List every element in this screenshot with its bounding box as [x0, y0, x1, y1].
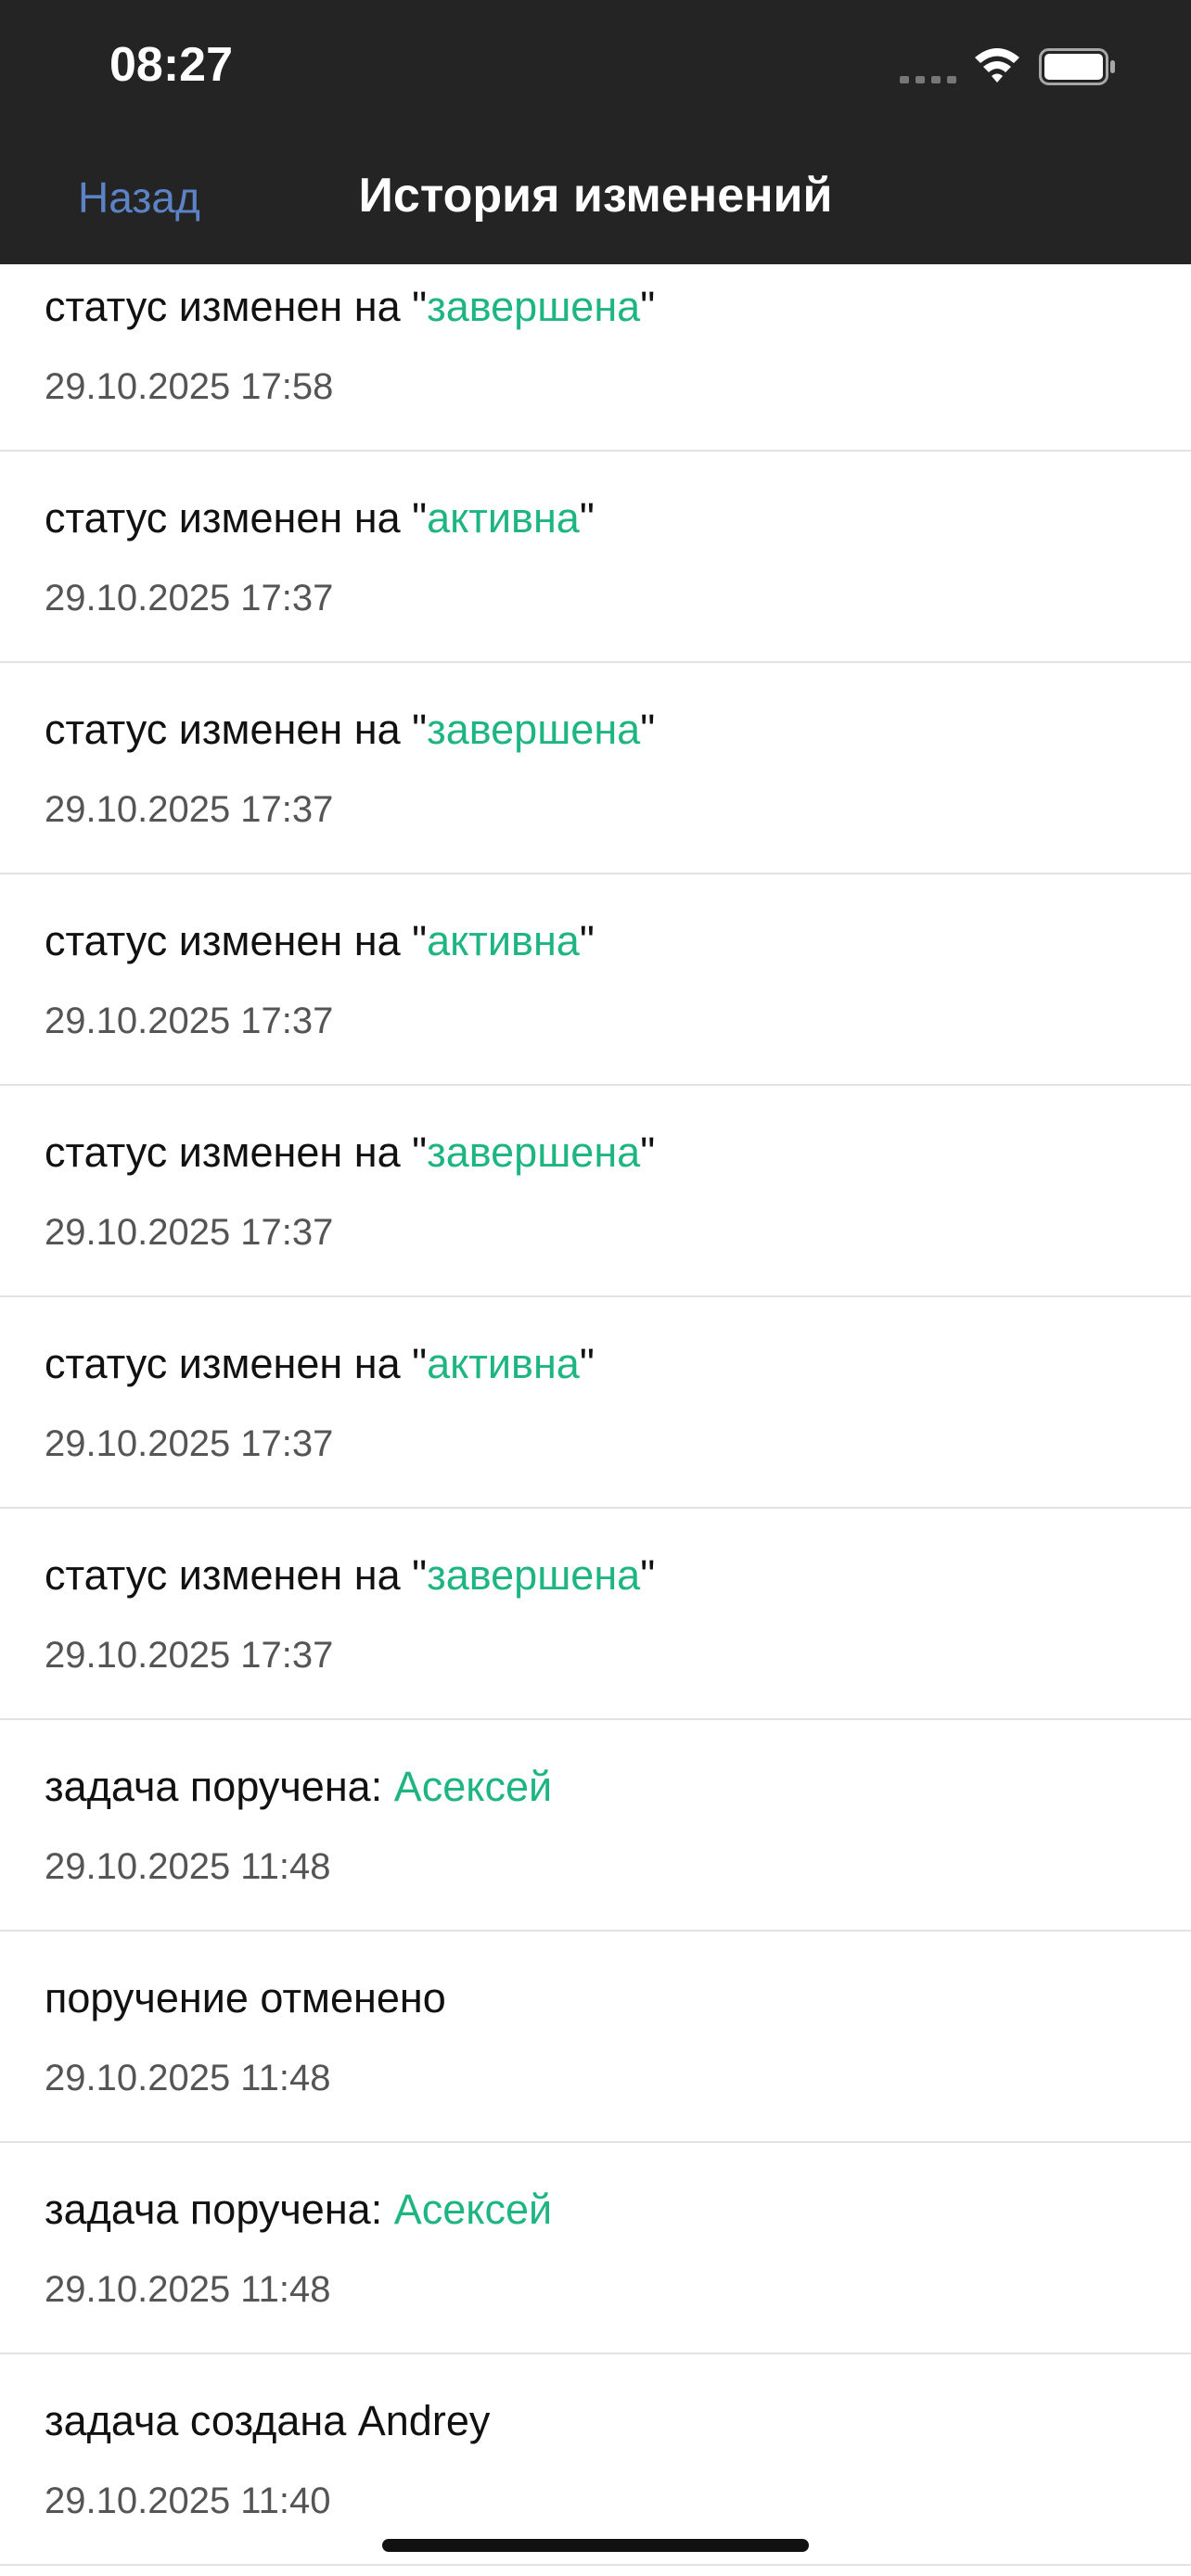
battery-icon — [1039, 48, 1115, 85]
home-indicator[interactable] — [382, 2539, 809, 2552]
history-item: задача создана Andrey 29.10.2025 11:40 — [0, 2354, 1191, 2566]
history-item-title: статус изменен на "завершена" — [45, 1551, 656, 1599]
history-item-date: 29.10.2025 11:48 — [45, 2058, 331, 2098]
wifi-icon — [975, 48, 1019, 83]
history-item-title: статус изменен на "завершена" — [45, 706, 656, 753]
navigation-bar: 08:27 Назад История изменений — [0, 0, 1191, 264]
history-item: статус изменен на "завершена" 29.10.2025… — [0, 663, 1191, 874]
history-item: статус изменен на "активна" 29.10.2025 1… — [0, 1297, 1191, 1509]
history-item-title: статус изменен на "завершена" — [45, 283, 656, 330]
history-item-date: 29.10.2025 17:37 — [45, 789, 334, 830]
history-item: поручение отменено 29.10.2025 11:48 — [0, 1932, 1191, 2143]
history-item-title: задача поручена: Асексей — [45, 1763, 553, 1810]
history-list[interactable]: статус изменен на "завершена" 29.10.2025… — [0, 264, 1191, 2576]
history-item-date: 29.10.2025 17:37 — [45, 1635, 334, 1676]
history-item-date: 29.10.2025 17:37 — [45, 1423, 334, 1464]
history-item-date: 29.10.2025 11:40 — [45, 2480, 331, 2521]
history-item: статус изменен на "завершена" 29.10.2025… — [0, 1509, 1191, 1720]
history-item-date: 29.10.2025 11:48 — [45, 2269, 331, 2310]
history-item-date: 29.10.2025 17:37 — [45, 1212, 334, 1253]
history-item: статус изменен на "активна" 29.10.2025 1… — [0, 452, 1191, 663]
history-item: статус изменен на "завершена" 29.10.2025… — [0, 264, 1191, 452]
history-item: задача поручена: Асексей 29.10.2025 11:4… — [0, 2143, 1191, 2354]
history-item-date: 29.10.2025 17:37 — [45, 1001, 334, 1041]
history-item-date: 29.10.2025 17:58 — [45, 366, 334, 407]
history-item-title: задача поручена: Асексей — [45, 2186, 553, 2233]
history-item-title: поручение отменено — [45, 1974, 446, 2021]
history-item-date: 29.10.2025 17:37 — [45, 578, 334, 618]
status-time: 08:27 — [109, 38, 233, 92]
page-title: История изменений — [358, 169, 833, 223]
history-item-title: статус изменен на "завершена" — [45, 1129, 656, 1176]
history-item-title: статус изменен на "активна" — [45, 917, 595, 964]
history-item-title: статус изменен на "активна" — [45, 494, 595, 542]
history-item-title: задача создана Andrey — [45, 2397, 491, 2444]
history-item: статус изменен на "завершена" 29.10.2025… — [0, 1086, 1191, 1297]
signal-dots-icon — [900, 76, 956, 83]
history-item-date: 29.10.2025 11:48 — [45, 1846, 331, 1887]
history-item: задача поручена: Асексей 29.10.2025 11:4… — [0, 1720, 1191, 1932]
history-item: статус изменен на "активна" 29.10.2025 1… — [0, 874, 1191, 1086]
history-item-title: статус изменен на "активна" — [45, 1340, 595, 1387]
